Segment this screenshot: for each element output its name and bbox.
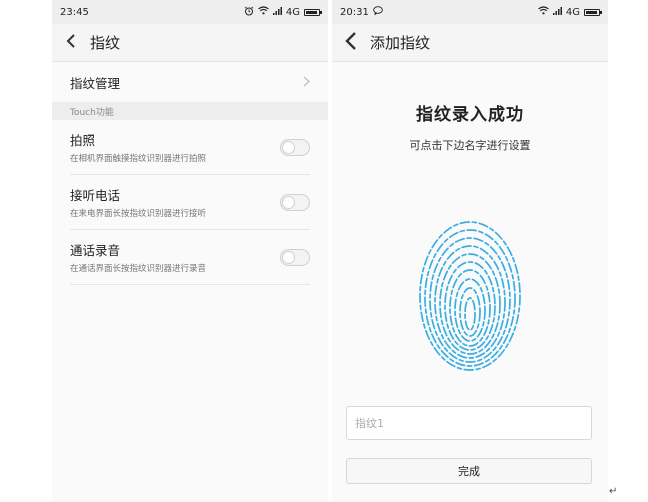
signal-icon (272, 6, 282, 18)
wifi-icon (258, 6, 269, 18)
message-icon (373, 6, 383, 18)
toggle-knob (282, 140, 295, 154)
setting-row-call-recording: 通话录音 在通话界面长按指纹识别器进行录音 (70, 230, 310, 285)
setting-row-answer-call: 接听电话 在来电界面长按指纹识别器进行接听 (70, 175, 310, 230)
signal-icon (552, 6, 562, 18)
back-button[interactable] (60, 32, 82, 54)
success-title: 指纹录入成功 (416, 105, 524, 125)
status-bar: 23:45 4G (52, 0, 328, 24)
fingerprint-name-input[interactable] (346, 406, 592, 440)
success-subtitle: 可点击下边名字进行设置 (409, 139, 531, 152)
fingerprint-settings-screen: 23:45 4G 指纹 指纹管理 Touch功能 拍照 在相机界面触摸指纹识别器… (52, 0, 328, 502)
call-recording-toggle[interactable] (280, 248, 310, 266)
answer-call-toggle[interactable] (280, 193, 310, 211)
setting-description: 在来电界面长按指纹识别器进行接听 (70, 209, 207, 219)
network-label: 4G (285, 6, 300, 18)
wifi-icon (538, 6, 549, 18)
photo-toggle[interactable] (280, 138, 310, 156)
toggle-knob (282, 250, 295, 264)
touch-section-header: Touch功能 (52, 102, 328, 120)
setting-description: 在相机界面触摸指纹识别器进行拍照 (70, 154, 207, 164)
back-button[interactable] (340, 31, 362, 55)
setting-title: 接听电话 (70, 188, 121, 203)
status-time: 23:45 (60, 6, 89, 18)
done-button[interactable]: 完成 (346, 458, 592, 484)
fingerprint-icon (419, 221, 521, 371)
toggle-knob (282, 195, 295, 209)
back-arrow-icon (344, 31, 358, 55)
back-arrow-icon (65, 33, 77, 53)
fingerprint-manage-label: 指纹管理 (70, 75, 121, 91)
fingerprint-manage-row[interactable]: 指纹管理 (52, 62, 328, 102)
setting-title: 通话录音 (70, 243, 121, 258)
network-label: 4G (565, 6, 580, 18)
alarm-icon (244, 6, 254, 19)
setting-description: 在通话界面长按指纹识别器进行录音 (70, 264, 207, 274)
status-bar: 20:31 4G (332, 0, 608, 24)
battery-icon (584, 8, 602, 16)
page-title: 添加指纹 (370, 34, 431, 52)
paragraph-mark-icon: ↵ (609, 486, 618, 497)
page-title: 指纹 (90, 34, 121, 52)
setting-title: 拍照 (70, 133, 96, 148)
add-fingerprint-screen: 20:31 4G 添加指纹 指纹录入成功 可点击下边名字进行设置 指纹1 完成 (332, 0, 608, 502)
title-bar: 添加指纹 (332, 24, 608, 62)
status-time: 20:31 (340, 6, 369, 18)
battery-icon (304, 8, 322, 16)
chevron-right-icon (303, 75, 310, 90)
title-bar: 指纹 (52, 24, 328, 62)
setting-row-photo: 拍照 在相机界面触摸指纹识别器进行拍照 (70, 120, 310, 175)
